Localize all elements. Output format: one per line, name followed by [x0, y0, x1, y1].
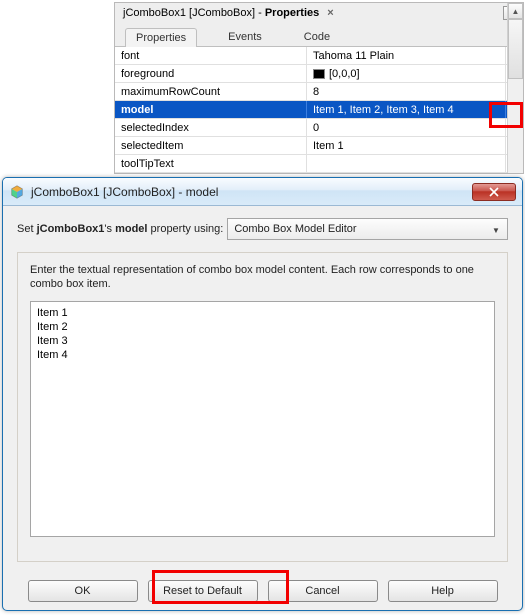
set-text: Set jComboBox1's model property using: — [17, 223, 223, 235]
property-value: Item 1 — [307, 137, 505, 154]
panel-title-prefix: jComboBox1 [JComboBox] - — [123, 7, 265, 19]
close-tab-icon[interactable]: × — [327, 7, 333, 19]
panel-title-bold: Properties — [265, 7, 319, 19]
property-name: foreground — [115, 65, 307, 82]
property-value: 8 — [307, 83, 505, 100]
cancel-button[interactable]: Cancel — [268, 580, 378, 602]
dialog-title: jComboBox1 [JComboBox] - model — [31, 185, 218, 199]
property-value: [0,0,0] — [307, 65, 505, 82]
editor-description: Enter the textual representation of comb… — [30, 263, 495, 291]
reset-to-default-button[interactable]: Reset to Default — [148, 580, 258, 602]
property-row[interactable]: foreground [0,0,0] … — [115, 65, 523, 83]
property-value — [307, 155, 505, 172]
dialog-button-row: OK Reset to Default Cancel Help — [3, 570, 522, 611]
ok-button[interactable]: OK — [28, 580, 138, 602]
properties-panel: jComboBox1 [JComboBox] - Properties × Pr… — [114, 2, 524, 174]
scroll-up-button[interactable]: ▲ — [508, 3, 523, 19]
model-items-textarea[interactable] — [30, 301, 495, 537]
property-name: font — [115, 47, 307, 64]
panel-titlebar: jComboBox1 [JComboBox] - Properties × — [115, 3, 523, 23]
color-swatch — [313, 69, 325, 79]
property-row[interactable]: font Tahoma 11 Plain … — [115, 47, 523, 65]
dialog-titlebar: jComboBox1 [JComboBox] - model — [3, 178, 522, 206]
scroll-thumb[interactable] — [508, 19, 523, 79]
combo-value: Combo Box Model Editor — [234, 223, 356, 235]
property-row[interactable]: maximumRowCount 8 … — [115, 83, 523, 101]
help-button[interactable]: Help — [388, 580, 498, 602]
t: jComboBox1 — [37, 223, 105, 235]
tab-events[interactable]: Events — [217, 27, 273, 46]
property-name: model — [115, 101, 307, 118]
t: Set — [17, 223, 37, 235]
t: model — [115, 223, 147, 235]
property-value: Tahoma 11 Plain — [307, 47, 505, 64]
editor-mode-combobox[interactable]: Combo Box Model Editor ▼ — [227, 218, 508, 240]
property-name: toolTipText — [115, 155, 307, 172]
app-icon — [9, 184, 25, 200]
vertical-scrollbar[interactable]: ▲ — [507, 3, 523, 173]
dialog-close-button[interactable] — [472, 183, 516, 201]
property-name: selectedIndex — [115, 119, 307, 136]
property-value-text: [0,0,0] — [329, 68, 360, 80]
property-name: selectedItem — [115, 137, 307, 154]
dialog-body: Set jComboBox1's model property using: C… — [3, 206, 522, 570]
property-name: maximumRowCount — [115, 83, 307, 100]
properties-grid: font Tahoma 11 Plain … foreground [0,0,0… — [115, 47, 523, 173]
property-value: Item 1, Item 2, Item 3, Item 4 — [307, 101, 505, 118]
property-value: 0 — [307, 119, 505, 136]
tab-properties[interactable]: Properties — [125, 28, 197, 47]
set-property-line: Set jComboBox1's model property using: C… — [17, 218, 508, 240]
property-row[interactable]: selectedIndex 0 … — [115, 119, 523, 137]
editor-panel: Enter the textual representation of comb… — [17, 252, 508, 562]
property-row[interactable]: toolTipText … — [115, 155, 523, 173]
t: 's — [104, 223, 115, 235]
t: property using: — [147, 223, 223, 235]
panel-tabs: Properties Events Code — [115, 23, 523, 47]
panel-title: jComboBox1 [JComboBox] - Properties — [119, 7, 323, 19]
model-editor-dialog: jComboBox1 [JComboBox] - model Set jComb… — [2, 177, 523, 611]
chevron-down-icon: ▼ — [489, 223, 503, 237]
property-row-selected[interactable]: model Item 1, Item 2, Item 3, Item 4 … — [115, 101, 523, 119]
property-row[interactable]: selectedItem Item 1 … — [115, 137, 523, 155]
tab-code[interactable]: Code — [293, 27, 341, 46]
